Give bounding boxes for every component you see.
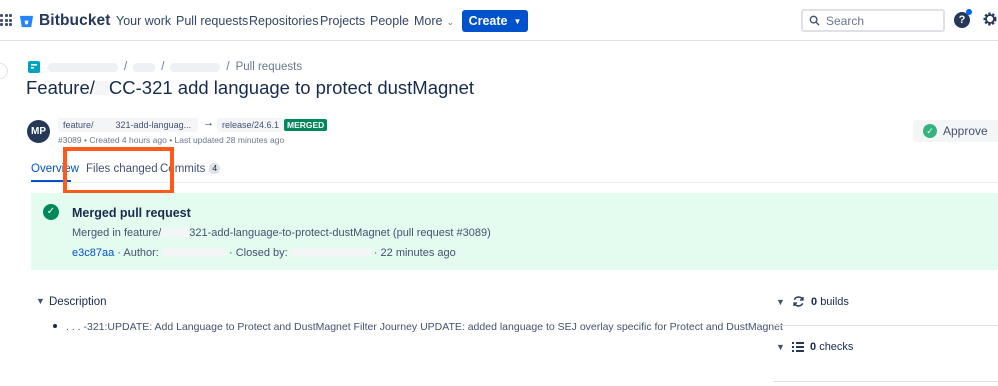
breadcrumb-workspace[interactable] [48,62,118,72]
approve-label: Approve [943,124,988,138]
repository-icon [28,61,40,73]
commit-count-badge: 4 [209,163,221,174]
builds-label: builds [820,295,849,308]
title-suffix: CC-321 add language to protect dustMagne… [108,77,475,98]
arrow-right-icon: → [203,117,214,129]
redacted-text [94,81,109,95]
checks-count: 0 [810,341,817,353]
merged-line-suffix: 321-add-language-to-protect-dustMagnet (… [189,227,491,239]
nav-people[interactable]: People [370,14,409,28]
checks-row[interactable]: ▼ 0 checks [776,341,853,353]
target-branch[interactable]: release/24.6.1 [217,118,285,132]
checks-list-icon [792,342,804,352]
settings-gear-icon[interactable] [982,11,998,27]
product-name: Bitbucket [39,12,111,29]
builds-row[interactable]: ▼ 0 builds [776,295,849,308]
breadcrumb-separator: / [226,61,230,73]
status-badge: MERGED [284,119,328,131]
merged-time: · 22 minutes ago [373,247,456,259]
search-icon [809,15,820,26]
search-box[interactable] [801,9,945,32]
redacted-text [161,228,190,237]
approve-button[interactable]: ✓ Approve [913,120,998,142]
breadcrumb-project[interactable] [133,62,156,72]
page-title: Feature/CC-321 add language to protect d… [26,77,474,99]
breadcrumb-repository[interactable] [170,62,221,72]
builds-refresh-icon [793,296,804,307]
bullet-icon [53,324,57,328]
chevron-down-icon: ▼ [776,342,785,352]
title-prefix: Feature/ [26,77,95,98]
create-button[interactable]: Create ▼ [462,10,528,32]
builds-count: 0 [811,295,818,308]
merged-heading: Merged pull request [72,206,191,220]
nav-pull-requests[interactable]: Pull requests [176,14,248,28]
search-input[interactable] [826,13,936,28]
check-icon: ✓ [923,124,937,138]
description-heading[interactable]: Description [49,296,107,308]
merged-check-icon: ✓ [43,204,59,220]
breadcrumb-separator: / [124,61,128,73]
commit-hash-link[interactable]: e3c87aa [72,247,114,259]
checks-label: checks [819,341,854,353]
author-label: · Author: [117,247,159,259]
source-branch[interactable]: feature/321-add-languag... [58,118,198,132]
side-divider [773,381,998,382]
nav-your-work[interactable]: Your work [116,14,171,28]
create-label: Create [468,14,508,28]
pr-meta: #3089 • Created 4 hours ago • Last updat… [58,135,285,145]
chevron-down-icon: ▼ [513,16,522,26]
top-navigation: Bitbucket Your work Pull requests Reposi… [0,0,998,41]
notification-dot [966,9,972,15]
merged-meta: e3c87aa · Author: · Closed by: · 22 minu… [72,247,456,259]
nav-projects[interactable]: Projects [320,14,365,28]
source-branch-suffix: 321-add-languag... [115,120,192,130]
description-text: . . . -321:UPDATE: Add Language to Prote… [66,321,783,333]
bitbucket-logo[interactable]: Bitbucket [19,12,111,30]
sidebar-collapse-handle[interactable] [0,63,8,79]
side-divider [773,325,998,326]
merged-line-prefix: Merged in feature/ [72,227,162,239]
nav-more[interactable]: More ⌄ [414,14,454,28]
avatar[interactable]: MP [27,120,50,143]
breadcrumb: / / / Pull requests [28,61,302,73]
chevron-down-icon: ▼ [776,296,785,307]
highlight-annotation-box [63,147,174,194]
bitbucket-icon [19,15,34,27]
nav-repositories[interactable]: Repositories [249,14,318,28]
merged-details: Merged in feature/321-add-language-to-pr… [72,227,491,239]
app-switcher-icon[interactable] [0,14,12,26]
breadcrumb-separator: / [161,61,165,73]
nav-more-label: More [414,14,443,28]
closed-by-label: · Closed by: [228,247,288,259]
redacted-author [161,248,226,257]
source-branch-prefix: feature/ [63,120,94,130]
breadcrumb-pull-requests[interactable]: Pull requests [236,61,302,73]
redacted-closer [290,248,371,257]
chevron-down-icon[interactable]: ▼ [36,296,45,306]
chevron-down-icon: ⌄ [446,17,455,27]
